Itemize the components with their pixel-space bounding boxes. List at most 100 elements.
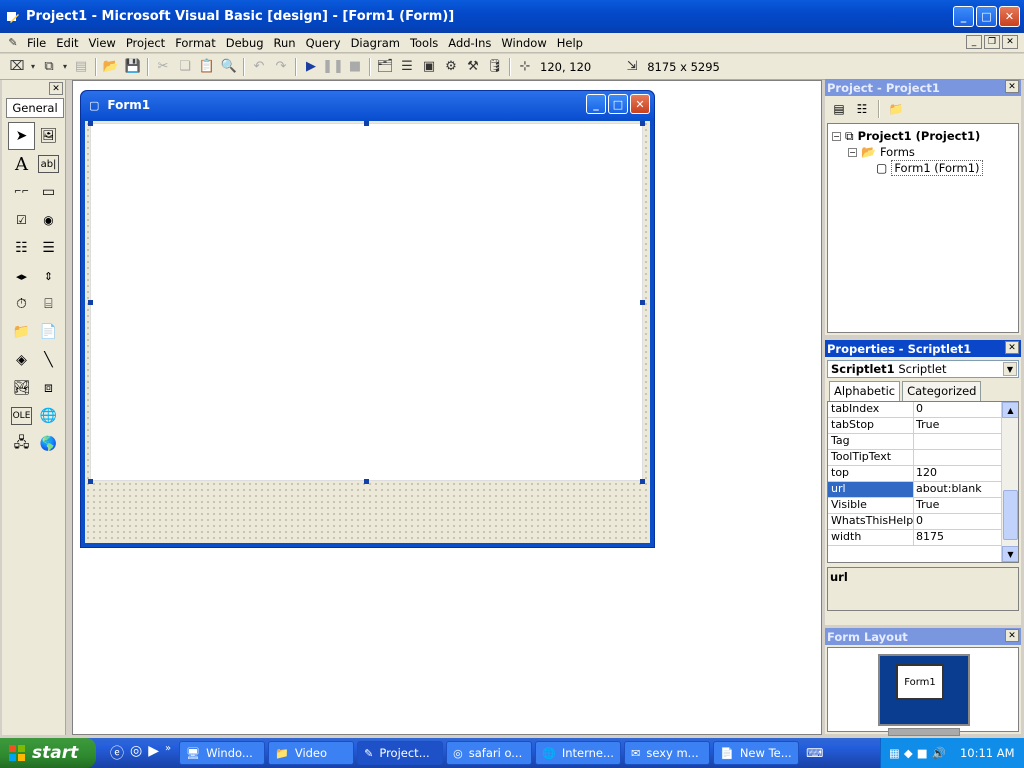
internet-tool-icon[interactable]: 🌎 [35,430,62,458]
timer-tool-icon[interactable]: ⏱ [8,290,35,318]
resize-handle[interactable] [88,121,93,126]
volume-tray-icon[interactable]: 🔊 [932,746,946,760]
network-tray-icon[interactable]: ▦ [889,746,900,760]
mdi-child-icon[interactable]: ✎ [4,35,22,51]
browser-quicklaunch-icon[interactable]: ◎ [130,743,142,763]
menu-window[interactable]: Window [496,36,551,50]
scroll-up-icon[interactable]: ▲ [1002,402,1018,418]
shape-tool-icon[interactable]: ◈ [8,346,35,374]
label-tool-icon[interactable]: A [8,150,35,178]
cut-icon[interactable]: ✂ [152,57,174,77]
task-safari[interactable]: ◎ safari o... [446,741,533,765]
view-code-icon[interactable]: ▤ [829,100,849,118]
tree-node-form1[interactable]: ▢ Form1 (Form1) [832,160,1014,176]
property-scrollbar[interactable]: ▲ ▼ [1001,402,1018,562]
form-layout-thumbnail[interactable]: Form1 [896,664,944,700]
property-row[interactable]: tabIndex 0 [828,402,1018,418]
toolbox-general-tab[interactable]: General [6,98,64,118]
menu-add-ins[interactable]: Add-Ins [443,36,496,50]
antivirus-tray-icon[interactable]: ◆ [904,746,913,760]
media-quicklaunch-icon[interactable]: ▶ [148,743,159,763]
webbrowser-tool-icon[interactable]: 🖧 [8,430,35,458]
resize-handle[interactable] [364,479,369,484]
clock[interactable]: 10:11 AM [960,746,1015,760]
form-layout-icon[interactable]: ▣ [418,57,440,77]
property-row[interactable]: top 120 [828,466,1018,482]
close-button[interactable]: ✕ [999,6,1020,27]
add-form-icon[interactable]: ⧉ [38,57,60,77]
vb-app-icon[interactable] [6,10,20,24]
form-design-surface[interactable] [85,121,650,543]
mdi-close-button[interactable]: ✕ [1002,35,1018,49]
scroll-thumb[interactable] [1003,490,1018,540]
start-run-icon[interactable]: ▶ [300,57,322,77]
end-run-icon[interactable]: ■ [344,57,366,77]
combobox-tool-icon[interactable]: ☷ [8,234,35,262]
property-row[interactable]: width 8175 [828,530,1018,546]
find-icon[interactable]: 🔍 [218,57,240,77]
resize-handle[interactable] [88,300,93,305]
resize-handle[interactable] [88,479,93,484]
data-view-icon[interactable]: 🛢 [484,57,506,77]
add-project-icon[interactable]: ⌧ [6,57,28,77]
mdi-minimize-button[interactable]: _ [966,35,982,49]
object-selector[interactable]: Scriptlet1 Scriptlet ▼ [827,360,1019,378]
task-internet[interactable]: 🌐 Interne... [535,741,622,765]
mdi-restore-button[interactable]: ❐ [984,35,1000,49]
menu-edit[interactable]: Edit [51,36,83,50]
add-project-dropdown-icon[interactable]: ▾ [28,57,38,77]
resize-handle[interactable] [364,121,369,126]
data-tool-icon[interactable]: ⧈ [35,374,62,402]
add-form-dropdown-icon[interactable]: ▾ [60,57,70,77]
image-tool-icon[interactable]: 🏞 [8,374,35,402]
properties-panel-close-button[interactable]: ✕ [1005,341,1019,354]
save-project-icon[interactable]: 💾 [122,57,144,77]
redo-icon[interactable]: ↷ [270,57,292,77]
property-row[interactable]: tabStop True [828,418,1018,434]
property-row[interactable]: Visible True [828,498,1018,514]
task-sexy[interactable]: ✉ sexy m... [624,741,711,765]
menu-debug[interactable]: Debug [221,36,269,50]
task-windows[interactable]: 🖥 Windo... [179,741,266,765]
menu-view[interactable]: View [84,36,121,50]
menu-help[interactable]: Help [552,36,588,50]
scriptlet-tool-icon[interactable]: 🌐 [35,402,62,430]
quicklaunch-more-icon[interactable]: » [165,743,171,763]
menu-query[interactable]: Query [301,36,346,50]
textbox-tool-icon[interactable]: ab| [38,155,59,173]
menu-run[interactable]: Run [269,36,301,50]
scroll-down-icon[interactable]: ▼ [1002,546,1018,562]
toggle-folders-icon[interactable]: 📁 [886,100,906,118]
chevron-down-icon[interactable]: ▼ [1003,362,1017,376]
form-layout-close-button[interactable]: ✕ [1005,629,1019,642]
property-row-selected[interactable]: url about:blank [828,482,1018,498]
collapse-icon[interactable]: − [832,131,841,141]
hscrollbar-tool-icon[interactable]: ◂▸ [8,262,35,290]
task-video[interactable]: 📁 Video [268,741,355,765]
object-browser-icon[interactable]: ⚙ [440,57,462,77]
menu-diagram[interactable]: Diagram [346,36,405,50]
frame-tool-icon[interactable]: ⌐⌐ [8,178,35,206]
form-minimize-button[interactable]: _ [586,94,606,114]
optionbutton-tool-icon[interactable]: ◉ [35,206,62,234]
status-tray-icon[interactable]: ■ [917,746,928,760]
keyboard-icon[interactable]: ⌨ [806,746,823,760]
form-title-bar[interactable]: ▢ Form1 _ □ ✕ [81,91,654,119]
toolbox-icon[interactable]: ⚒ [462,57,484,77]
menu-project[interactable]: Project [121,36,170,50]
picturebox-tool-icon[interactable]: 🖼 [35,122,62,150]
menu-file[interactable]: File [22,36,51,50]
form-designer-window[interactable]: ▢ Form1 _ □ ✕ [80,90,655,548]
line-tool-icon[interactable]: ╲ [35,346,62,374]
start-button[interactable]: start [0,738,96,768]
listbox-tool-icon[interactable]: ☰ [35,234,62,262]
project-panel-close-button[interactable]: ✕ [1005,80,1019,93]
commandbutton-tool-icon[interactable]: ▭ [35,178,62,206]
paste-icon[interactable]: 📋 [196,57,218,77]
ie-quicklaunch-icon[interactable]: ⓔ [110,743,124,763]
project-explorer-icon[interactable]: 🗂 [374,57,396,77]
toolbox-close-button[interactable]: ✕ [49,82,63,95]
property-row[interactable]: WhatsThisHelpID0 [828,514,1018,530]
resize-handle[interactable] [640,479,645,484]
tree-node-project[interactable]: − ⧉ Project1 (Project1) [832,128,1014,144]
